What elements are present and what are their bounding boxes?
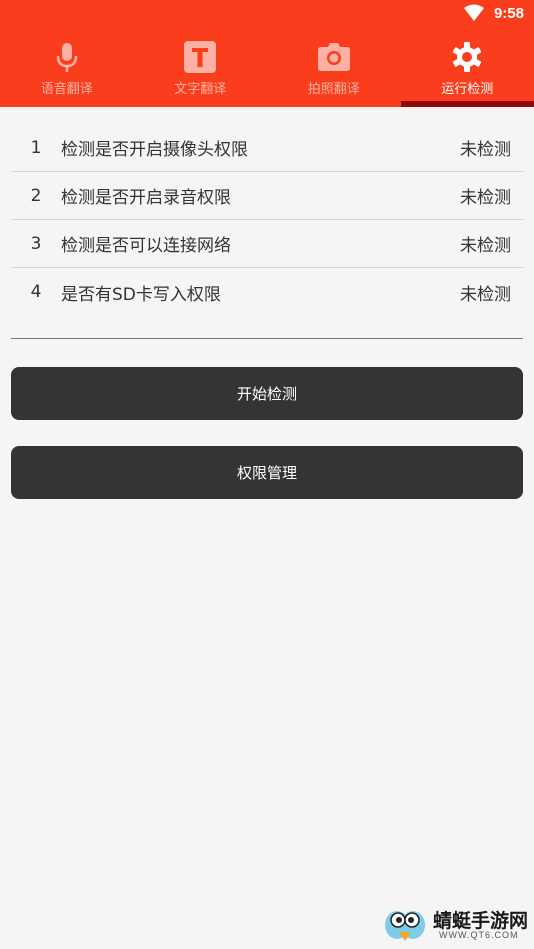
check-list: 1 检测是否开启摄像头权限 未检测 2 检测是否开启录音权限 未检测 3 检测是…: [11, 124, 523, 316]
list-item: 4 是否有SD卡写入权限 未检测: [11, 268, 523, 316]
camera-icon: [317, 43, 350, 71]
text-t-icon: [184, 41, 217, 73]
tab-text-translate[interactable]: 文字翻译: [134, 30, 268, 107]
item-number: 2: [30, 185, 42, 206]
tab-voice-translate[interactable]: 语音翻译: [0, 30, 134, 107]
tab-label: 运行检测: [441, 82, 494, 97]
list-item: 1 检测是否开启摄像头权限 未检测: [11, 124, 523, 172]
list-item: 3 检测是否可以连接网络 未检测: [11, 220, 523, 268]
microphone-icon: [56, 43, 77, 72]
active-tab-indicator: [400, 101, 534, 107]
item-status: 未检测: [460, 284, 511, 305]
watermark-subtitle: WWW.QT6.COM: [439, 930, 519, 940]
start-detection-button[interactable]: 开始检测: [11, 367, 523, 420]
item-status: 未检测: [460, 140, 511, 160]
item-name: 检测是否可以连接网络: [61, 236, 231, 256]
permission-management-button[interactable]: 权限管理: [11, 446, 523, 499]
item-status: 未检测: [460, 188, 511, 208]
item-name: 是否有SD卡写入权限: [61, 284, 221, 305]
wifi-icon: [464, 4, 484, 21]
item-number: 4: [30, 282, 42, 302]
tab-run-detection[interactable]: 运行检测: [400, 30, 534, 107]
status-time: 9:58: [493, 5, 524, 22]
status-bar: 9:58: [0, 0, 534, 28]
tab-bar: 语音翻译 文字翻译 拍照翻译 运行检测: [0, 30, 534, 107]
tab-label: 拍照翻译: [307, 82, 360, 97]
list-item: 2 检测是否开启录音权限 未检测: [11, 172, 523, 220]
dragonfly-logo-icon: [385, 911, 425, 941]
tab-photo-translate[interactable]: 拍照翻译: [267, 30, 401, 107]
gear-icon: [453, 42, 482, 72]
item-number: 3: [30, 233, 42, 254]
tab-label: 语音翻译: [40, 82, 93, 97]
item-name: 检测是否开启录音权限: [61, 188, 231, 208]
watermark: 蜻蜓手游网 WWW.QT6.COM: [383, 903, 528, 945]
tab-label: 文字翻译: [174, 82, 227, 97]
item-number: 1: [30, 137, 42, 158]
header-bar: 9:58 语音翻译 文字翻译 拍照翻译 运行检测: [0, 0, 534, 107]
watermark-title: 蜻蜓手游网: [433, 910, 529, 932]
item-status: 未检测: [460, 236, 511, 256]
item-name: 检测是否开启摄像头权限: [61, 140, 248, 160]
divider: [11, 338, 523, 339]
